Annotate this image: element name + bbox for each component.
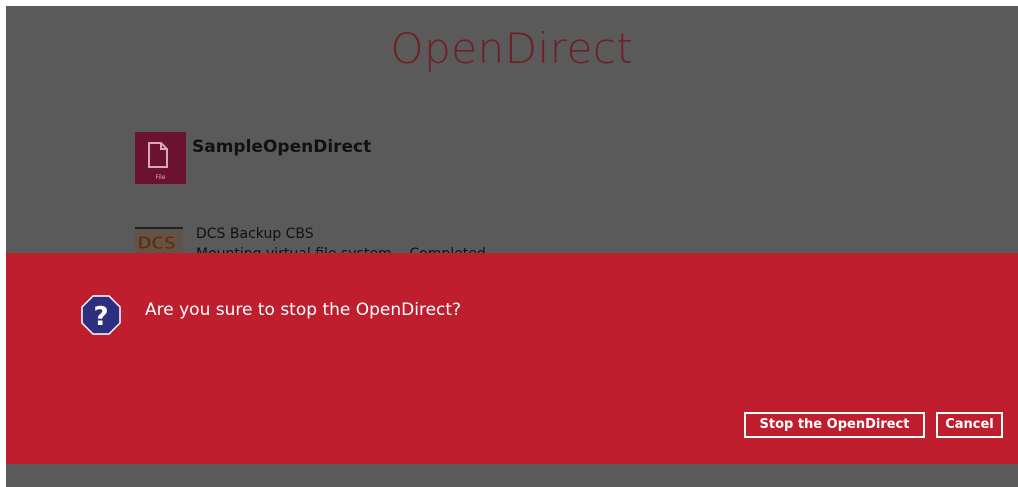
svg-text:?: ? [93,302,108,332]
question-icon: ? [81,295,121,335]
opendirect-window: OpenDirect File SampleOpenDirect DCS DCS… [6,6,1018,487]
page-title: OpenDirect [390,24,634,73]
file-name: SampleOpenDirect [192,137,372,157]
dialog-message: Are you sure to stop the OpenDirect? [145,300,462,320]
document-glyph-icon [148,142,168,168]
file-icon: File [135,132,186,184]
stop-opendirect-button[interactable]: Stop the OpenDirect [744,412,925,438]
file-icon-caption: File [155,174,166,181]
destination-name: DCS Backup CBS [196,226,314,242]
confirm-dialog: ? Are you sure to stop the OpenDirect? S… [6,253,1018,464]
dcs-logo-text: DCS [136,233,176,255]
cancel-button[interactable]: Cancel [936,412,1003,438]
